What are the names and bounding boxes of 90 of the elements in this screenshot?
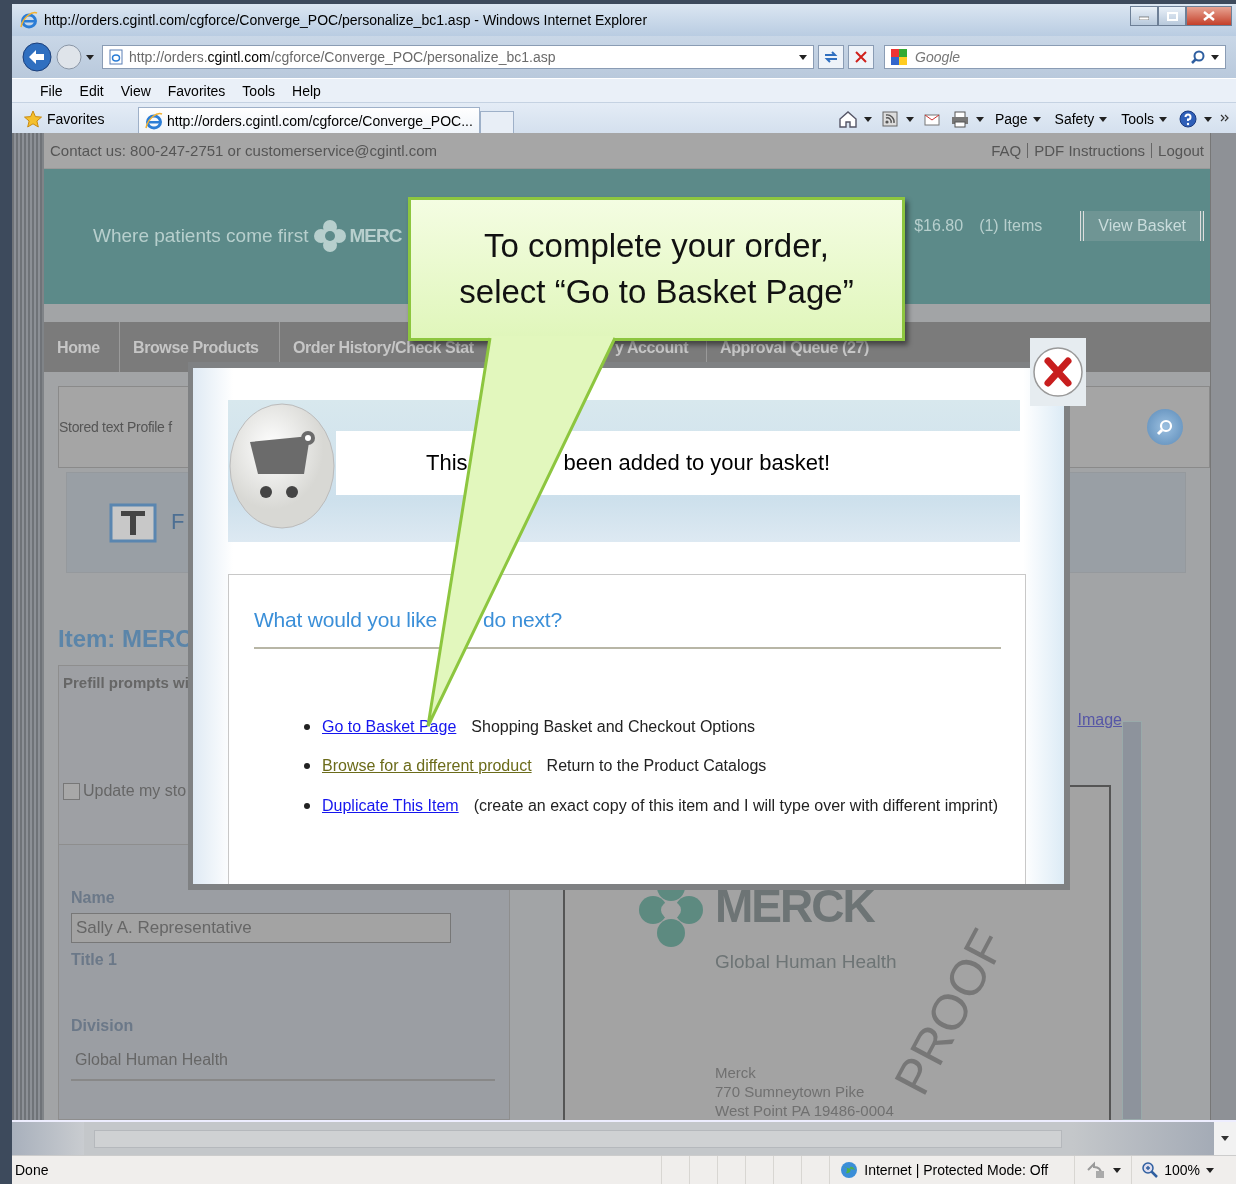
help-icon[interactable]	[1178, 110, 1198, 128]
template-label: F	[171, 509, 185, 536]
menu-item[interactable]: Help	[282, 80, 328, 101]
menu-item[interactable]: Edit	[69, 80, 111, 101]
caret-icon[interactable]	[863, 116, 872, 122]
search-field[interactable]: Google	[913, 48, 1185, 66]
search-icon	[1156, 417, 1174, 436]
favorites-button[interactable]: Favorites	[20, 105, 138, 133]
logo-text: MERC	[349, 225, 402, 248]
search-icon[interactable]	[1191, 50, 1205, 64]
next-step-heading: What would you like	[254, 608, 437, 632]
prefill-text: Prefill prompts wi	[63, 674, 190, 691]
zoom-level[interactable]: 100%	[1164, 1162, 1200, 1178]
caret-icon	[1032, 116, 1041, 122]
callout-text: To complete your order, select “Go to Basket Page”	[459, 226, 854, 312]
tagline: Where patients come first	[93, 225, 309, 248]
refresh-button[interactable]	[818, 45, 844, 69]
maximize-button[interactable]	[1158, 6, 1186, 26]
close-icon	[1032, 346, 1084, 398]
basket-message: been added to your basket!	[563, 450, 831, 476]
search-button[interactable]	[1147, 408, 1183, 445]
maximize-icon	[1166, 11, 1178, 21]
command-button[interactable]: Tools	[1118, 111, 1170, 127]
checkbox-label: Update my sto	[83, 782, 187, 800]
close-button[interactable]	[1030, 338, 1086, 406]
option-description: (create an exact copy of this item and I will type over with different imprint)	[473, 796, 999, 815]
bullet-icon	[304, 723, 310, 730]
menu-item[interactable]: Favorites	[157, 80, 233, 101]
scrollbar[interactable]	[1122, 721, 1142, 1120]
command-button[interactable]: Safety	[1051, 111, 1111, 127]
option-description: Return to the Product Catalogs	[546, 757, 767, 776]
basket-total: $16.80	[914, 217, 964, 236]
logo-icon	[314, 220, 347, 253]
caret-icon[interactable]	[975, 116, 984, 122]
caret-icon[interactable]	[1206, 1167, 1214, 1173]
bullet-icon	[304, 763, 310, 770]
basket-count: (1) Items	[979, 217, 1043, 236]
stop-icon	[855, 51, 867, 63]
caret-icon[interactable]	[86, 54, 94, 60]
scrollbar-track[interactable]	[94, 1129, 1062, 1148]
scroll-button[interactable]	[1214, 1122, 1236, 1155]
caret-icon[interactable]	[799, 54, 807, 60]
globe-icon	[840, 1161, 859, 1179]
bullet-icon	[304, 802, 310, 809]
page-icon	[109, 49, 123, 65]
status-text: Done	[14, 1162, 50, 1178]
option-link[interactable]: Go to Basket Page	[322, 717, 457, 736]
minimize-button[interactable]	[1130, 6, 1158, 26]
close-window-button[interactable]	[1186, 6, 1232, 26]
close-icon	[1203, 11, 1215, 21]
menu-item[interactable]: Tools	[232, 80, 283, 101]
stop-button[interactable]	[848, 45, 874, 69]
text-template-icon	[109, 501, 157, 544]
checkbox[interactable]	[63, 782, 80, 800]
browser-tab[interactable]: http://orders.cgintl.com/cgforce/Converge_POC...	[138, 107, 480, 133]
caret-icon	[1099, 116, 1108, 122]
search-bar[interactable]: Google	[884, 45, 1226, 69]
option-link[interactable]: Browse for a different product	[322, 757, 532, 776]
contact-text: Contact us: 800-247-2751 or customerservice@cgintl.com	[50, 141, 438, 159]
menu-item[interactable]: File	[30, 80, 70, 101]
browser-icon	[145, 111, 163, 130]
print-icon[interactable]	[949, 110, 970, 128]
next-step-heading: do next?	[482, 608, 562, 632]
star-icon	[24, 110, 42, 128]
caret-icon[interactable]	[1113, 1167, 1122, 1173]
refresh-icon	[823, 50, 839, 64]
address-field[interactable]: http://orders.cgintl.com/cgforce/Converge_POC/personalize_bc1.asp	[102, 45, 814, 69]
command-button[interactable]: Page	[991, 111, 1044, 127]
caret-icon[interactable]	[1211, 54, 1219, 60]
google-icon	[891, 49, 907, 65]
stored-profile-text: Stored text Profile f	[59, 418, 172, 435]
window-title: http://orders.cgintl.com/cgforce/Converge_POC/personalize_bc1.asp - Windows Internet Explorer	[44, 12, 649, 28]
browser-icon	[20, 11, 38, 29]
field-value: Global Human Health	[71, 1041, 495, 1081]
basket-message: This	[426, 450, 468, 476]
home-icon[interactable]	[837, 110, 858, 128]
scrollbar-thumb[interactable]	[12, 1122, 84, 1155]
item-title: Item: MERC	[58, 625, 194, 654]
security-zone: Internet | Protected Mode: Off	[864, 1162, 1049, 1178]
caret-icon[interactable]	[1204, 116, 1212, 122]
zoom-icon[interactable]	[1142, 1162, 1159, 1178]
caret-icon	[1159, 116, 1167, 122]
caret-icon	[1221, 1136, 1229, 1141]
option-description: Shopping Basket and Checkout Options	[471, 717, 756, 736]
menu-item[interactable]: View	[110, 80, 158, 101]
option-link[interactable]: Duplicate This Item	[322, 796, 459, 815]
caret-icon[interactable]	[905, 116, 914, 122]
back-button[interactable]	[22, 42, 52, 72]
scrollbar[interactable]	[1210, 133, 1236, 1120]
feed-icon[interactable]	[879, 110, 900, 128]
